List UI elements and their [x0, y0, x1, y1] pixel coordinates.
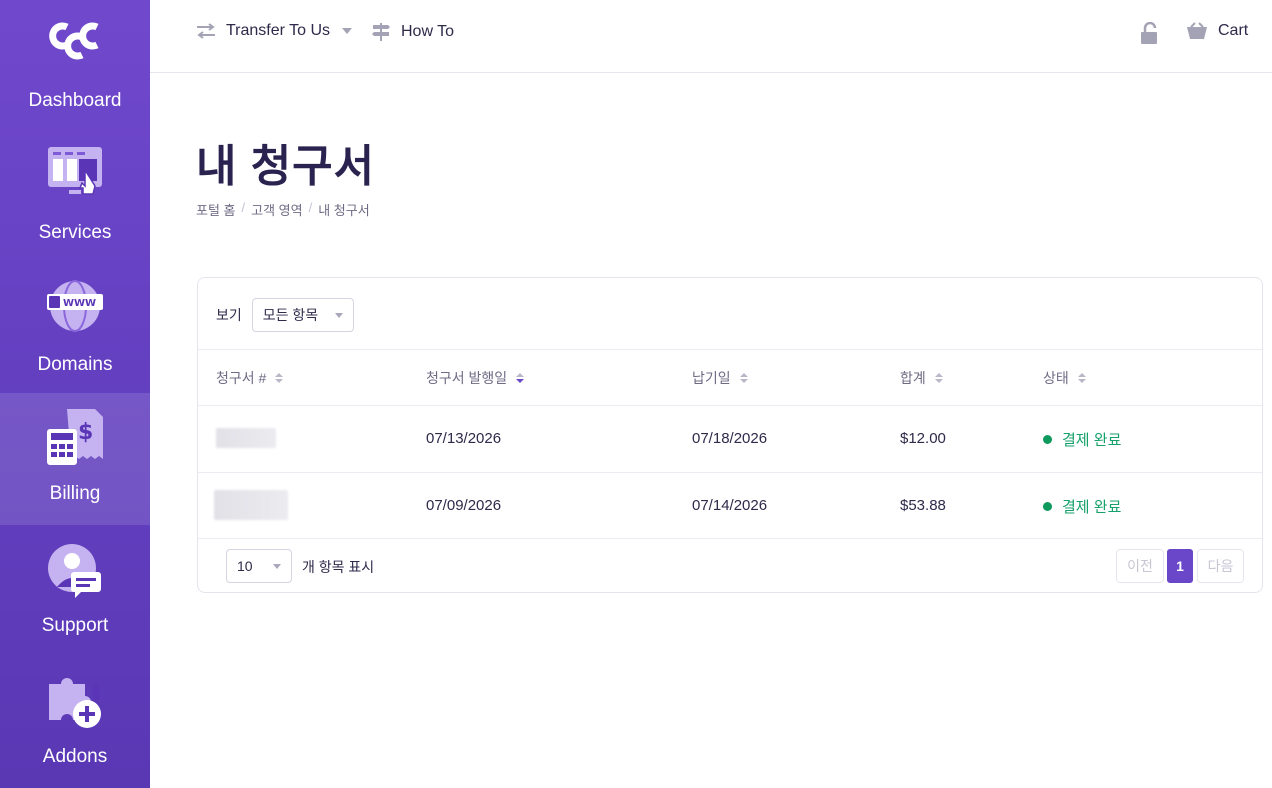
column-header-label: 청구서 발행일 — [426, 370, 508, 386]
status-badge: 결제 완료 — [1043, 496, 1121, 517]
cart-label: Cart — [1218, 22, 1249, 39]
divider — [198, 538, 1262, 539]
sidebar-item-label: Dashboard — [28, 90, 122, 111]
chevron-down-icon — [273, 563, 281, 569]
status-dot-icon — [1043, 435, 1052, 444]
sidebar-item-dashboard[interactable]: Dashboard — [0, 0, 150, 132]
transfer-to-us-label: Transfer To Us — [226, 22, 331, 39]
breadcrumb-separator: / — [241, 200, 246, 215]
services-icon — [48, 147, 102, 195]
top-navigation-bar: Transfer To Us How To Cart — [150, 0, 1272, 73]
invoices-card: 보기 모든 항목 청구서 # 청구서 발행일 납기일 합계 상태 07/13/2… — [197, 277, 1263, 593]
sort-icon — [934, 373, 943, 383]
sidebar: Dashboard Services WWW Domains $ Billing… — [0, 0, 150, 788]
page-size-label: 개 항목 표시 — [302, 559, 375, 575]
column-header-total[interactable]: 합계 — [900, 368, 943, 388]
filter-label: 보기 — [216, 307, 242, 323]
pagination-next-button[interactable]: 다음 — [1197, 549, 1244, 583]
column-header-status[interactable]: 상태 — [1043, 368, 1086, 388]
due-date-cell: 07/18/2026 — [692, 430, 768, 447]
breadcrumb-current: 내 청구서 — [318, 203, 370, 218]
sidebar-item-services[interactable]: Services — [0, 132, 150, 264]
column-header-label: 납기일 — [692, 370, 731, 386]
divider — [198, 472, 1262, 473]
status-dot-icon — [1043, 502, 1052, 511]
how-to-label: How To — [401, 23, 455, 40]
transfer-to-us-menu[interactable]: Transfer To Us — [196, 22, 353, 40]
cart-link[interactable]: Cart — [1186, 22, 1248, 40]
view-filter-value: 모든 항목 — [262, 307, 319, 323]
view-filter: 보기 모든 항목 — [216, 298, 354, 332]
ccc-logo-icon — [49, 22, 99, 60]
divider — [198, 405, 1262, 406]
svg-text:WWW: WWW — [63, 298, 96, 309]
status-label: 결제 완료 — [1062, 432, 1122, 449]
total-cell: $12.00 — [900, 430, 946, 447]
pagination-previous-button[interactable]: 이전 — [1116, 549, 1164, 583]
breadcrumb-separator: / — [308, 200, 313, 215]
sidebar-item-addons[interactable]: Addons — [0, 656, 150, 788]
sidebar-item-label: Support — [41, 615, 109, 636]
sidebar-item-domains[interactable]: WWW Domains — [0, 264, 150, 396]
page-size-value: 10 — [237, 558, 253, 574]
total-cell: $53.88 — [900, 497, 946, 514]
sort-icon — [1077, 373, 1086, 383]
signpost-icon — [372, 23, 390, 41]
breadcrumb: 포털 홈 / 고객 영역 / 내 청구서 — [196, 200, 370, 219]
basket-icon — [1187, 22, 1207, 39]
login-lock-button[interactable] — [1140, 22, 1168, 44]
sort-icon — [739, 373, 748, 383]
column-header-invoice-date[interactable]: 청구서 발행일 — [426, 368, 525, 388]
sidebar-item-label: Billing — [49, 483, 101, 504]
support-agent-icon — [48, 544, 101, 598]
chevron-down-icon — [342, 28, 353, 34]
unlock-icon — [1141, 22, 1157, 44]
sort-descending-icon — [516, 373, 525, 383]
page-title: 내 청구서 — [196, 142, 376, 191]
svg-text:$: $ — [78, 420, 93, 445]
page-size-select[interactable]: 10 — [226, 549, 292, 583]
sidebar-item-billing[interactable]: $ Billing — [0, 393, 150, 525]
invoice-date-cell: 07/09/2026 — [426, 497, 502, 514]
how-to-link[interactable]: How To — [371, 22, 454, 42]
sidebar-item-label: Addons — [42, 746, 108, 767]
column-header-label: 상태 — [1043, 370, 1069, 386]
divider — [198, 349, 1262, 350]
breadcrumb-client-area[interactable]: 고객 영역 — [251, 200, 302, 219]
invoice-number-redacted[interactable] — [216, 428, 276, 448]
column-header-due-date[interactable]: 납기일 — [692, 368, 748, 388]
column-header-label: 합계 — [900, 370, 926, 386]
chevron-down-icon — [334, 312, 343, 318]
column-header-invoice-number[interactable]: 청구서 # — [216, 368, 284, 388]
addons-puzzle-icon — [49, 678, 101, 728]
status-badge: 결제 완료 — [1043, 429, 1121, 450]
breadcrumb-portal-home[interactable]: 포털 홈 — [196, 200, 236, 219]
sidebar-item-label: Domains — [37, 354, 113, 375]
domains-globe-icon: WWW — [47, 280, 103, 332]
sidebar-item-support[interactable]: Support — [0, 525, 150, 657]
billing-calculator-icon: $ — [47, 409, 103, 465]
column-header-label: 청구서 # — [216, 370, 267, 386]
invoice-date-cell: 07/13/2026 — [426, 430, 502, 447]
pagination-page-1[interactable]: 1 — [1167, 549, 1193, 583]
invoice-number-redacted[interactable] — [214, 490, 288, 520]
view-filter-select[interactable]: 모든 항목 — [251, 298, 354, 332]
status-label: 결제 완료 — [1062, 499, 1122, 516]
sort-icon — [275, 373, 284, 383]
sidebar-item-label: Services — [38, 222, 112, 243]
transfer-arrows-icon — [197, 23, 215, 39]
due-date-cell: 07/14/2026 — [692, 497, 768, 514]
